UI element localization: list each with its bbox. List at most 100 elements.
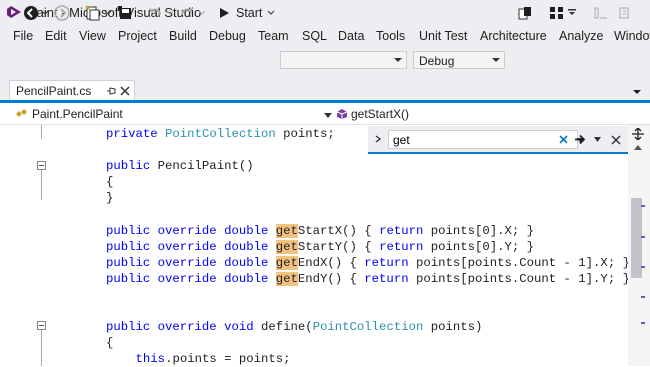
- code-token: points): [423, 320, 483, 335]
- outline-line: [41, 125, 42, 139]
- forward-button[interactable]: [53, 4, 71, 22]
- collapse-region-icon[interactable]: [37, 321, 46, 330]
- solution-explorer-button[interactable]: [548, 4, 566, 22]
- solution-platform-combo[interactable]: [280, 51, 407, 69]
- find-result-marker: [641, 236, 645, 238]
- collapse-region-icon[interactable]: [37, 161, 46, 170]
- find-result-marker: [641, 205, 645, 207]
- types-dropdown-value[interactable]: Paint.PencilPaint: [32, 107, 123, 121]
- keyword-token: return: [379, 223, 431, 238]
- toggle-replace-chevron-icon[interactable]: [374, 135, 382, 143]
- menu-window[interactable]: Window: [614, 29, 650, 43]
- outdent-button[interactable]: [616, 4, 634, 22]
- redo-icon: [181, 8, 193, 16]
- menu-tools[interactable]: Tools: [376, 29, 405, 43]
- code-line: {: [106, 335, 113, 351]
- keyword-token: return: [379, 239, 431, 254]
- chevron-down-icon[interactable]: [324, 113, 332, 118]
- code-token: points[points.Count - 1].X; }: [415, 255, 630, 270]
- code-token: {: [106, 175, 114, 190]
- toolbar-options-dropdown[interactable]: [567, 4, 577, 22]
- code-line: public override double getStartY() { ret…: [106, 239, 534, 255]
- code-line: {: [106, 174, 113, 190]
- menu-data[interactable]: Data: [338, 29, 364, 43]
- back-dropdown[interactable]: [40, 4, 50, 22]
- new-project-dropdown[interactable]: [103, 4, 113, 22]
- menu-project[interactable]: Project: [118, 29, 157, 43]
- find-in-files-button[interactable]: [516, 4, 534, 22]
- menu-debug[interactable]: Debug: [209, 29, 246, 43]
- find-next-dropdown-icon[interactable]: [594, 137, 601, 142]
- indent-button[interactable]: [592, 4, 610, 22]
- outline-line: [41, 170, 42, 200]
- menu-architecture[interactable]: Architecture: [480, 29, 547, 43]
- chevron-down-icon: [104, 10, 112, 15]
- find-result-marker: [641, 322, 645, 324]
- code-token: {: [106, 336, 114, 351]
- code-editor[interactable]: private PointCollection points; public Pe…: [0, 125, 630, 367]
- chevron-down-icon: [267, 10, 275, 15]
- keyword-token: private: [106, 127, 166, 141]
- save-all-icon: [118, 6, 131, 19]
- keyword-token: this: [135, 352, 166, 367]
- menu-unit-test[interactable]: Unit Test: [419, 29, 467, 43]
- method-icon: [336, 109, 348, 119]
- back-button[interactable]: [22, 4, 40, 22]
- start-debugging-button[interactable]: Start: [218, 4, 268, 22]
- find-result-marker: [641, 266, 645, 268]
- pin-icon[interactable]: [106, 86, 116, 96]
- code-line: }: [106, 190, 113, 206]
- save-all-button[interactable]: [116, 4, 134, 22]
- editor-gutter: [0, 125, 30, 366]
- chevron-down-icon: [41, 10, 49, 15]
- menu-sql[interactable]: SQL: [302, 29, 327, 43]
- class-view-icon: [550, 7, 563, 19]
- keyword-token: override: [157, 239, 225, 254]
- start-label: Start: [236, 6, 263, 20]
- menu-view[interactable]: View: [79, 29, 106, 43]
- new-project-button[interactable]: [84, 4, 102, 22]
- undo-dropdown[interactable]: [165, 4, 175, 22]
- start-dropdown[interactable]: [266, 4, 276, 22]
- code-token: }: [106, 191, 114, 206]
- clear-search-icon[interactable]: [559, 135, 568, 144]
- close-icon[interactable]: [120, 86, 130, 96]
- build-configuration-combo[interactable]: Debug: [413, 51, 505, 69]
- navigation-bar: Paint.PencilPaint getStartX(): [0, 103, 650, 125]
- type-token: PointCollection: [165, 127, 276, 141]
- new-project-icon: [85, 5, 100, 21]
- chevron-down-icon: [394, 58, 402, 62]
- code-line: public override double getStartX() { ret…: [106, 223, 534, 239]
- outdent-icon: [619, 7, 629, 19]
- code-token: .points = points;: [165, 352, 291, 367]
- menu-team[interactable]: Team: [258, 29, 289, 43]
- code-token: define(: [260, 320, 313, 335]
- scroll-up-icon[interactable]: [634, 145, 642, 150]
- members-dropdown-value[interactable]: getStartX(): [351, 107, 409, 121]
- split-window-icon[interactable]: [632, 128, 644, 140]
- redo-dropdown[interactable]: [197, 4, 207, 22]
- keyword-token: double: [224, 255, 276, 270]
- menu-edit[interactable]: Edit: [45, 29, 67, 43]
- menu-analyze[interactable]: Analyze: [559, 29, 603, 43]
- tab-overflow-dropdown-icon[interactable]: [632, 88, 642, 96]
- keyword-token: public: [106, 255, 158, 270]
- chevron-down-icon: [568, 9, 576, 15]
- undo-button[interactable]: [146, 4, 164, 22]
- forward-arrow-icon: [54, 5, 70, 21]
- close-find-icon[interactable]: [611, 135, 621, 145]
- code-token: points[0].X; }: [430, 223, 535, 238]
- code-line: this.points = points;: [106, 351, 291, 367]
- code-line: public PencilPaint(): [106, 158, 254, 174]
- build-configuration-value: Debug: [419, 54, 455, 68]
- redo-button[interactable]: [178, 4, 196, 22]
- find-input[interactable]: [389, 131, 547, 149]
- menu-file[interactable]: File: [13, 29, 33, 43]
- menu-build[interactable]: Build: [169, 29, 197, 43]
- tab-pencilpaint-cs[interactable]: PencilPaint.cs: [9, 80, 135, 100]
- chevron-down-icon: [166, 10, 174, 15]
- find-next-arrow-icon[interactable]: [574, 134, 586, 145]
- keyword-token: public: [106, 320, 158, 335]
- type-token: PointCollection: [312, 320, 424, 335]
